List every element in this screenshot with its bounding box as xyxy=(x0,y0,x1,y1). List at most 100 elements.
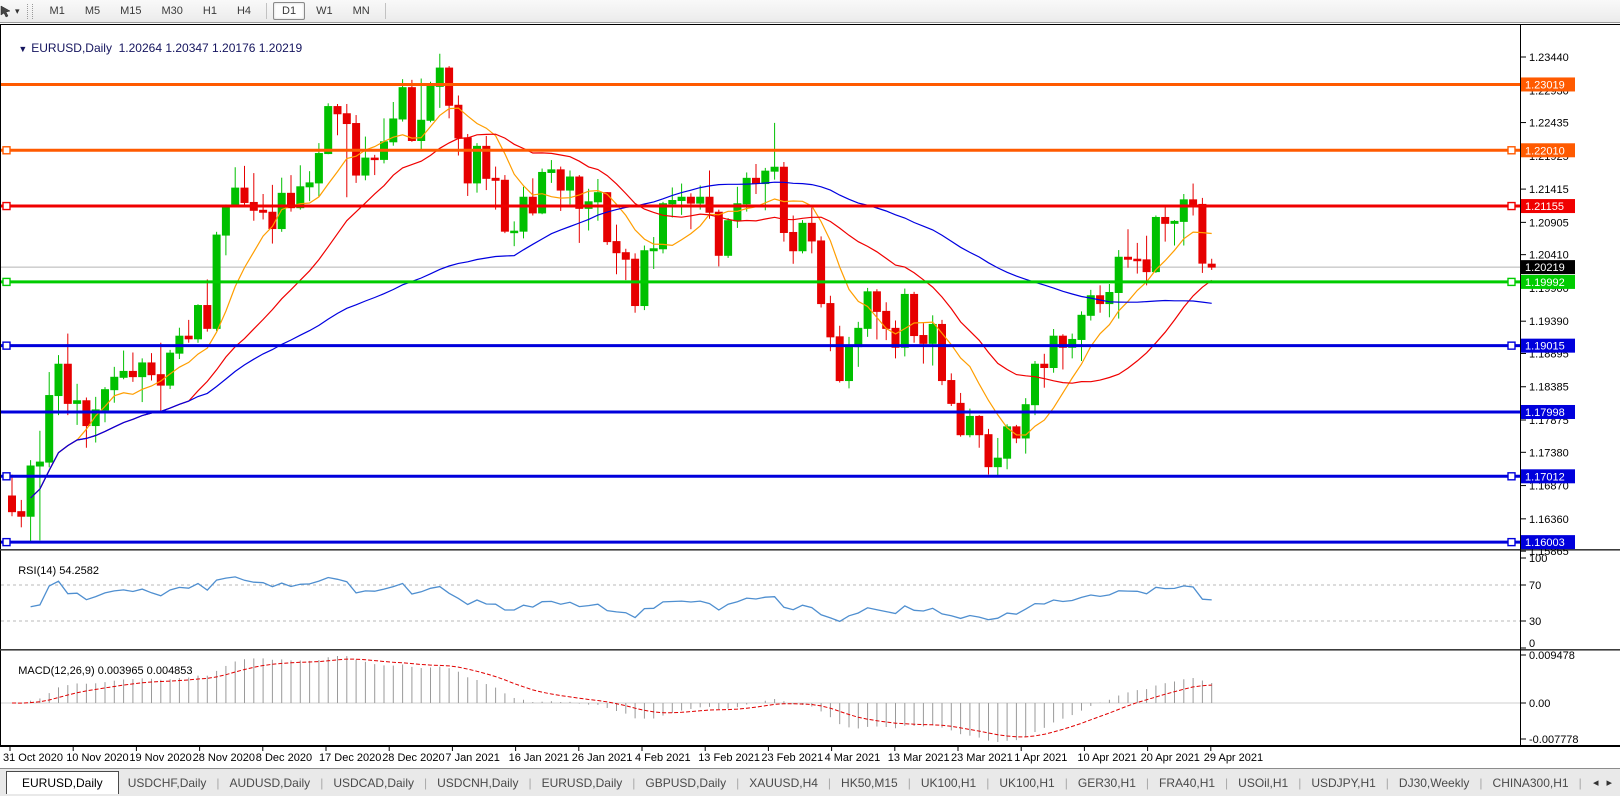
candle-bull xyxy=(519,196,528,232)
chart-tab-usdchf-daily[interactable]: USDCHF,Daily xyxy=(119,772,216,794)
hline-handle[interactable] xyxy=(1507,472,1516,481)
chart-tab-usoil-h1[interactable]: USOil,H1 xyxy=(1229,772,1297,794)
candle-bull xyxy=(324,106,333,155)
toolbar-separator xyxy=(266,3,268,19)
macd-name: MACD(12,26,9) xyxy=(18,665,95,677)
candle-bear xyxy=(975,415,984,436)
axis-label: 1.17012 xyxy=(1525,471,1565,483)
timeframe-button-w1[interactable]: W1 xyxy=(307,2,342,20)
pane-separator[interactable] xyxy=(0,549,1620,551)
tab-scroll-right-icon[interactable]: ▸ xyxy=(1602,776,1616,789)
candle-bull xyxy=(1003,426,1012,459)
axis-label: 20 Apr 2021 xyxy=(1141,752,1200,764)
chart-tab-uk100-h1[interactable]: UK100,H1 xyxy=(912,772,985,794)
candle-bull xyxy=(965,415,974,436)
chart-tab-gbpusd-daily[interactable]: GBPUSD,Daily xyxy=(636,772,735,794)
chart-symbol-label: EURUSD,Daily xyxy=(31,41,112,55)
axis-label: 1.17998 xyxy=(1525,407,1565,419)
candle-bear xyxy=(575,176,584,209)
chart-tab-china300-h1[interactable]: CHINA300,H1 xyxy=(1484,772,1578,794)
axis-label: 17 Dec 2020 xyxy=(319,752,381,764)
candle-bear xyxy=(1142,259,1151,273)
candle-bear xyxy=(984,434,993,468)
candle-bull xyxy=(45,395,54,463)
candle-bear xyxy=(1040,363,1049,369)
hline-handle[interactable] xyxy=(2,201,11,211)
timeframe-button-d1[interactable]: D1 xyxy=(273,2,306,20)
hline-handle[interactable] xyxy=(2,537,11,547)
candle-bull xyxy=(1031,363,1039,406)
hline-handle[interactable] xyxy=(1507,146,1516,155)
candle-bull xyxy=(742,177,751,205)
timeframe-button-m30[interactable]: M30 xyxy=(153,2,192,20)
candle-bear xyxy=(63,363,72,404)
timeframe-button-m5[interactable]: M5 xyxy=(76,2,109,20)
candle-bull xyxy=(1077,314,1086,340)
chart-tab-xauusd-h4[interactable]: XAUUSD,H4 xyxy=(740,772,827,794)
chart-canvas: 1.234401.229301.224351.219251.214151.209… xyxy=(0,24,1620,764)
hline-handle[interactable] xyxy=(1507,277,1516,287)
hline-handle[interactable] xyxy=(1507,537,1516,547)
candle-bull xyxy=(593,192,602,203)
axis-label: 1.20905 xyxy=(1529,217,1569,229)
chart-tab-usdcnh-daily[interactable]: USDCNH,Daily xyxy=(428,772,527,794)
timeframe-button-m15[interactable]: M15 xyxy=(111,2,150,20)
timeframe-button-m1[interactable]: M1 xyxy=(41,2,74,20)
candle-bear xyxy=(1124,256,1132,260)
axis-label: 10 Nov 2020 xyxy=(66,752,128,764)
axis-label: 31 Oct 2020 xyxy=(3,752,63,764)
hline-handle[interactable] xyxy=(2,277,11,287)
chart-tab-ger30-h1[interactable]: GER30,H1 xyxy=(1069,772,1145,794)
axis-label: -0.007778 xyxy=(1529,734,1579,746)
chart-tab-usdcad-daily[interactable]: USDCAD,Daily xyxy=(324,772,423,794)
chart-expander-icon[interactable]: ▼ xyxy=(18,44,27,54)
axis-label: 28 Dec 2020 xyxy=(382,752,444,764)
candle-bear xyxy=(621,252,630,260)
chart-tab-dj30-weekly[interactable]: DJ30,Weekly xyxy=(1390,772,1478,794)
tab-scroll-controls: ◂ ▸ xyxy=(1589,776,1620,789)
candle-bear xyxy=(203,305,212,329)
chart-tab-hk50-m15[interactable]: HK50,M15 xyxy=(832,772,907,794)
candle-bear xyxy=(956,402,965,436)
candle-bull xyxy=(166,352,175,386)
hline-handle[interactable] xyxy=(2,146,11,155)
hline-handle[interactable] xyxy=(2,341,11,350)
chart-tab-fra40-h1[interactable]: FRA40,H1 xyxy=(1150,772,1224,794)
chart-tab-uk100-h1[interactable]: UK100,H1 xyxy=(990,772,1063,794)
pane-separator[interactable] xyxy=(0,649,1620,651)
candle-bear xyxy=(156,374,165,386)
chart-ohlc-values: 1.20264 1.20347 1.20176 1.20219 xyxy=(118,41,303,55)
candle-bull xyxy=(361,157,370,176)
timeframe-button-mn[interactable]: MN xyxy=(344,2,379,20)
candle-bull xyxy=(928,323,937,344)
chart-tab-usdjpy-h1[interactable]: USDJPY,H1 xyxy=(1302,772,1384,794)
axis-label: 1.21415 xyxy=(1529,184,1569,196)
candle-bear xyxy=(752,177,760,185)
candle-bear xyxy=(714,211,723,256)
tab-scroll-left-icon[interactable]: ◂ xyxy=(1589,776,1603,789)
rsi-indicator-label: RSI(14) 54.2582 xyxy=(6,553,99,589)
chart-tab-eurusd-daily[interactable]: EURUSD,Daily xyxy=(533,772,632,794)
candle-bear xyxy=(686,196,695,204)
candle-bear xyxy=(184,335,193,340)
axis-label: 1.18385 xyxy=(1529,382,1569,394)
timeframe-button-h1[interactable]: H1 xyxy=(194,2,226,20)
candle-bull xyxy=(231,187,240,207)
hline-handle[interactable] xyxy=(1507,201,1516,211)
candle-bull xyxy=(473,145,481,184)
hline-handle[interactable] xyxy=(1507,341,1516,350)
toolbar-grip-handle[interactable] xyxy=(26,3,33,19)
hline-handle[interactable] xyxy=(2,472,11,481)
candle-bull xyxy=(993,457,1002,468)
candle-bear xyxy=(370,157,379,161)
chart-title: ▼ EURUSD,Daily 1.20264 1.20347 1.20176 1.… xyxy=(5,27,302,69)
chart-tab-eurusd-daily[interactable]: EURUSD,Daily xyxy=(6,771,119,794)
candle-bull xyxy=(73,400,82,404)
timeframe-button-h4[interactable]: H4 xyxy=(228,2,260,20)
chart-left-border xyxy=(0,24,1,745)
candle-bull xyxy=(770,166,779,172)
chart-tools-group[interactable]: ▾ xyxy=(0,4,22,18)
chart-tab-audusd-daily[interactable]: AUDUSD,Daily xyxy=(221,772,320,794)
candle-bull xyxy=(724,220,733,256)
rsi-name: RSI(14) xyxy=(18,565,57,577)
